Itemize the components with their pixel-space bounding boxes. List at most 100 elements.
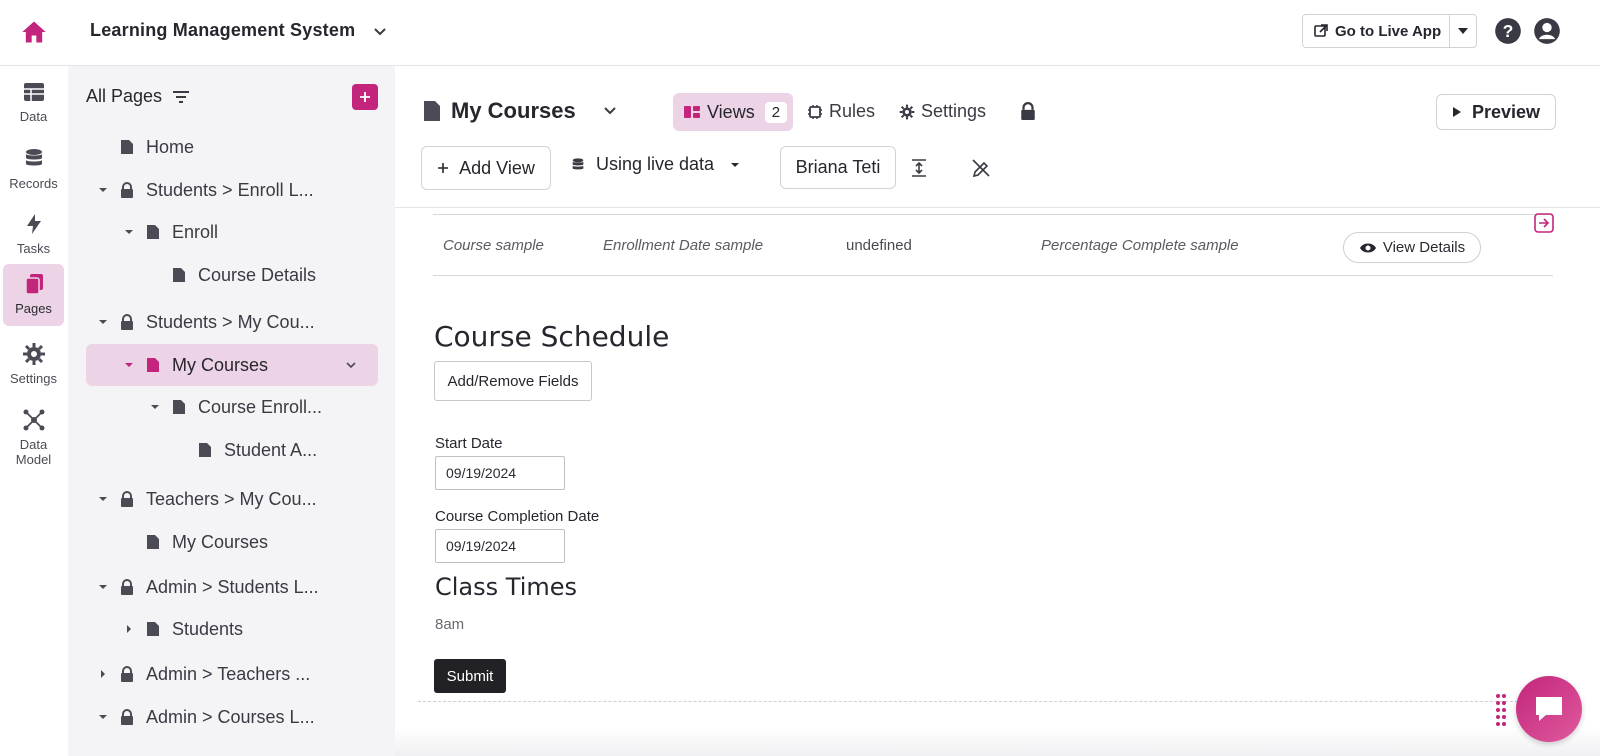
filter-icon[interactable] bbox=[172, 90, 190, 104]
page-title[interactable]: My Courses bbox=[423, 98, 620, 124]
rail-item-data-model[interactable]: Data Model bbox=[3, 400, 64, 476]
user-avatar-icon[interactable] bbox=[1533, 17, 1561, 45]
preview-button[interactable]: Preview bbox=[1436, 94, 1556, 130]
caret-down-icon[interactable] bbox=[96, 183, 110, 197]
tree-item-group[interactable]: Teachers > My Cou... bbox=[96, 478, 317, 520]
caret-down-icon[interactable] bbox=[96, 580, 110, 594]
tree-item-group[interactable]: Students > Enroll L... bbox=[96, 169, 314, 211]
rail-item-data[interactable]: Data bbox=[3, 72, 64, 130]
chevron-down-icon[interactable] bbox=[344, 358, 358, 372]
user-selector[interactable]: Briana Teti bbox=[780, 146, 896, 189]
caret-down-icon bbox=[731, 162, 740, 167]
cell-course: Course sample bbox=[443, 237, 544, 254]
tree-item-page[interactable]: Students bbox=[122, 608, 243, 650]
tree-label: Admin > Teachers ... bbox=[146, 663, 311, 684]
chat-support-button[interactable] bbox=[1516, 676, 1582, 742]
rail-item-records[interactable]: Records bbox=[3, 139, 64, 197]
tree-label: Home bbox=[146, 136, 195, 157]
data-source-dropdown[interactable]: Using live data bbox=[570, 154, 740, 175]
tree-item-page[interactable]: My Courses bbox=[146, 521, 268, 563]
app-title[interactable]: Learning Management System bbox=[90, 20, 355, 41]
add-remove-fields-button[interactable]: Add/Remove Fields bbox=[434, 361, 592, 401]
gear-icon bbox=[899, 104, 915, 119]
rail-item-tasks[interactable]: Tasks bbox=[3, 204, 64, 262]
chevron-down-icon[interactable] bbox=[370, 22, 390, 42]
edit-off-icon[interactable] bbox=[970, 157, 992, 179]
add-page-button[interactable] bbox=[352, 84, 378, 110]
caret-down-icon[interactable] bbox=[96, 710, 110, 724]
all-pages-header[interactable]: All Pages bbox=[86, 86, 190, 107]
rail-label: Settings bbox=[10, 371, 57, 386]
bolt-icon bbox=[26, 214, 41, 234]
scroll-fade bbox=[395, 728, 1600, 756]
data-source-label: Using live data bbox=[596, 154, 715, 174]
rail-item-settings[interactable]: Settings bbox=[3, 334, 64, 392]
views-icon bbox=[684, 106, 700, 118]
tree-item-page[interactable]: Course Details bbox=[172, 254, 316, 296]
table-row: Course sample Enrollment Date sample und… bbox=[433, 214, 1553, 276]
start-date-label: Start Date bbox=[435, 435, 503, 452]
rules-tab[interactable]: Rules bbox=[807, 101, 875, 122]
tree-item-page[interactable]: Student A... bbox=[198, 429, 317, 471]
settings-tab[interactable]: Settings bbox=[899, 101, 986, 122]
caret-down-icon bbox=[1458, 28, 1468, 34]
tree-item-group[interactable]: Admin > Courses L... bbox=[96, 696, 315, 738]
tree-label: Students > Enroll L... bbox=[146, 179, 314, 200]
rail-label: Data bbox=[19, 437, 48, 452]
caret-down-icon[interactable] bbox=[96, 315, 110, 329]
start-date-input[interactable]: 09/19/2024 bbox=[435, 456, 565, 490]
home-icon[interactable] bbox=[20, 18, 48, 46]
caret-down-icon[interactable] bbox=[148, 400, 162, 414]
tree-item-page[interactable]: Enroll bbox=[122, 211, 218, 253]
cell-enrollment-date: Enrollment Date sample bbox=[603, 237, 764, 254]
tree-item-home[interactable]: Home bbox=[120, 126, 194, 168]
page-header: My Courses Views 2 Rules Settings Previe… bbox=[395, 66, 1600, 208]
chevron-down-icon[interactable] bbox=[600, 101, 620, 121]
caret-right-icon[interactable] bbox=[122, 622, 136, 636]
page-icon bbox=[424, 101, 440, 121]
cell-undefined: undefined bbox=[846, 237, 912, 254]
page-icon bbox=[146, 224, 162, 240]
go-to-live-app-button[interactable]: Go to Live App bbox=[1302, 14, 1450, 48]
network-icon bbox=[23, 409, 44, 431]
add-view-button[interactable]: Add View bbox=[421, 146, 551, 190]
play-icon bbox=[1452, 107, 1461, 117]
user-selector-label: Briana Teti bbox=[795, 157, 881, 177]
class-times-value: 8am bbox=[435, 616, 465, 633]
live-app-dropdown[interactable] bbox=[1449, 14, 1477, 48]
views-tab[interactable]: Views 2 bbox=[673, 93, 793, 131]
caret-down-icon[interactable] bbox=[96, 492, 110, 506]
page-icon bbox=[146, 357, 162, 373]
rail-label: Records bbox=[9, 176, 58, 191]
chip-icon bbox=[808, 104, 822, 119]
page-icon bbox=[198, 442, 214, 458]
tree-item-page[interactable]: Course Enroll... bbox=[148, 386, 322, 428]
plus-icon bbox=[360, 92, 370, 102]
caret-right-icon[interactable] bbox=[96, 667, 110, 681]
tree-item-my-courses-selected[interactable]: My Courses bbox=[86, 344, 378, 386]
tree-item-group[interactable]: Admin > Students L... bbox=[96, 566, 319, 608]
caret-down-icon[interactable] bbox=[122, 225, 136, 239]
arrow-right-box-icon[interactable] bbox=[1533, 212, 1555, 234]
page-canvas: Course sample Enrollment Date sample und… bbox=[395, 208, 1600, 756]
rail-item-pages[interactable]: Pages bbox=[3, 264, 64, 326]
help-icon[interactable]: ? bbox=[1494, 17, 1522, 45]
expand-vertical-icon[interactable] bbox=[908, 157, 930, 179]
rules-label: Rules bbox=[829, 101, 876, 121]
lock-icon bbox=[120, 314, 136, 330]
completion-date-label: Course Completion Date bbox=[435, 508, 600, 525]
cell-percentage: Percentage Complete sample bbox=[1041, 237, 1239, 254]
tree-item-group[interactable]: Students > My Cou... bbox=[96, 301, 315, 343]
lock-icon[interactable] bbox=[1020, 102, 1036, 120]
caret-down-icon[interactable] bbox=[122, 358, 136, 372]
drag-handle-icon[interactable] bbox=[1494, 692, 1508, 728]
completion-date-input[interactable]: 09/19/2024 bbox=[435, 529, 565, 563]
rail-label: Data bbox=[19, 109, 48, 124]
top-bar: Learning Management System Go to Live Ap… bbox=[0, 0, 1600, 66]
submit-button[interactable]: Submit bbox=[434, 659, 506, 693]
plus-icon bbox=[438, 163, 449, 173]
tree-item-group[interactable]: Admin > Teachers ... bbox=[96, 653, 310, 695]
left-rail: Data Records Tasks Pages Settings Data M… bbox=[0, 66, 68, 756]
view-details-button[interactable]: View Details bbox=[1343, 232, 1481, 263]
tree-label: Admin > Students L... bbox=[146, 576, 319, 597]
